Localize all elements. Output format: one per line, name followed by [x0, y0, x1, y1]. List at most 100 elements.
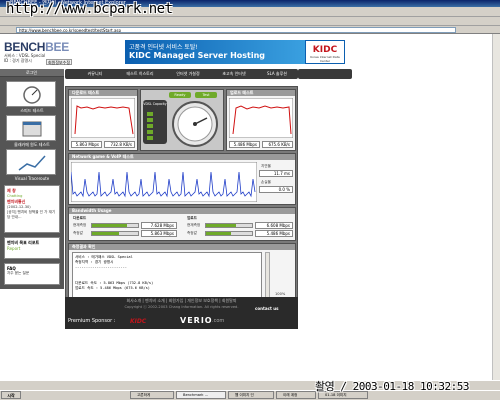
contact-us-link[interactable]: contact us: [255, 306, 278, 311]
taskbar-button[interactable]: 이래 계정: [276, 391, 316, 399]
logo-main-text: BENCH: [4, 40, 46, 54]
gauge-panel: VDSL Capacity Ready Test: [140, 89, 224, 151]
dl-current-bar: [91, 223, 139, 228]
dl-avg-readout: 5.863 Mbps: [141, 230, 177, 237]
sponsor-label: Premium Sponsor :: [68, 318, 116, 324]
traceroute-icon: [18, 155, 46, 171]
main-nav: 커뮤니티 테스트 히스토리 인터넷 가설정 초고속 인터넷 SLA 솔루션: [65, 69, 298, 79]
banner-line2: KIDC Managed Server Hosting: [129, 51, 266, 60]
result-scrollbar[interactable]: [265, 252, 270, 298]
banner-line1: 고품격 인터넷 서비스 토탈!: [129, 44, 198, 51]
capacity-meter: VDSL Capacity: [143, 100, 167, 144]
sidebar-item-window-test[interactable]: [6, 115, 56, 141]
upload-mbps-readout: 5.486 Mbps: [229, 141, 260, 148]
dl-section-label: 다운로드: [73, 216, 87, 220]
notice-box[interactable]: 제 창 Chatting 벤치비통신 (2002-12-30) [공지] 벤치비…: [4, 185, 60, 233]
watermark-text: http://www.bcpark.net: [6, 1, 173, 17]
download-mbps-readout: 5.863 Mbps: [71, 141, 102, 148]
upload-kbps-readout: 675.6 KB/s: [262, 141, 293, 148]
upload-graph: [229, 98, 293, 138]
verio-tld: .com: [212, 318, 225, 324]
capacity-bar-5: [147, 136, 153, 140]
start-button[interactable]: 시작: [1, 391, 21, 399]
ul-section-label: 업로드: [187, 216, 197, 220]
address-input[interactable]: http://www.benchbee.co.kr/speedtest/test…: [16, 27, 456, 33]
sidebar-label-window-test: 몰래카메 원도 테스트: [14, 142, 50, 147]
dl-avg-label: 측정값: [73, 231, 83, 235]
footer-links[interactable]: 회사소개 | 벤치비 소개 | 회원가입 | 개인정보 보호정책 | 회원탈퇴: [65, 298, 298, 304]
ul-avg-readout: 5.486 Mbps: [255, 230, 293, 237]
test-button[interactable]: Test: [195, 92, 217, 98]
nav-item-internet-setup[interactable]: 인터넷 가설정: [167, 69, 209, 79]
result-title: 측정결과 확인: [69, 244, 295, 250]
loss-readout: 0.0 %: [259, 186, 293, 193]
capacity-bar-3: [147, 124, 153, 128]
edit-profile-button[interactable]: 회원정보수정: [46, 59, 72, 65]
upload-panel: 업로드 테스트 5.486 Mbps 675.6 KB/s: [226, 89, 296, 151]
faq-subtitle: 자주 묻는 질문: [7, 271, 30, 275]
result-line: 업로드 속도 : 5.486 Mbps (675.6 KB/s): [75, 285, 150, 290]
taskbar-button[interactable]: 고른하게: [130, 391, 174, 399]
speedtest-icon: [23, 86, 41, 104]
ul-avg-bar: [205, 231, 253, 236]
hosting-banner[interactable]: 고품격 인터넷 서비스 토탈! KIDC Managed Server Host…: [125, 40, 305, 64]
nav-item-sla[interactable]: SLA 솔루션: [259, 69, 295, 79]
logo-accent-text: BEE: [45, 40, 69, 54]
ul-current-bar: [205, 223, 253, 228]
download-kbps-readout: 732.8 KB/s: [104, 141, 135, 148]
bandwidth-usage-title: Bandwidth Usage: [69, 208, 295, 214]
dl-avg-bar: [91, 231, 139, 236]
delay-label: 지연율: [261, 164, 271, 168]
ul-current-readout: 6.608 Mbps: [255, 222, 293, 229]
sidebar-label-speedtest: 스피드 테스트: [20, 108, 44, 113]
nav-right-cap: [298, 69, 352, 79]
kidc-footer-logo[interactable]: KIDC: [130, 318, 146, 325]
speedtest-panel: 다운로드 테스트 5.863 Mbps 732.8 KB/s 업로드 테스트 5…: [65, 86, 298, 303]
download-title: 다운로드 테스트: [69, 90, 137, 96]
sidebar-item-speedtest[interactable]: [6, 81, 56, 107]
capacity-label: VDSL Capacity: [143, 102, 167, 106]
result-percentage: 100%: [275, 292, 286, 296]
nav-item-history[interactable]: 테스트 히스토리: [117, 69, 163, 79]
browser-toolbar[interactable]: [0, 17, 500, 26]
ul-avg-label: 측정값: [187, 231, 197, 235]
faq-box[interactable]: FAQ 자주 묻는 질문: [4, 263, 60, 285]
result-textarea[interactable]: 서비스 : 메가패스 VDSL Special 측정지역 : 경기 광명시 --…: [72, 252, 262, 298]
report-subtitle: Report: [7, 246, 21, 251]
notice-text[interactable]: [공지] 벤치비 정책을 인 가 재기당 안내...: [7, 210, 57, 220]
result-line: ------------------------: [75, 265, 127, 270]
nav-item-community[interactable]: 커뮤니티: [77, 69, 113, 79]
speed-gauge: [172, 101, 218, 147]
loss-label: 손실율: [261, 180, 271, 184]
upload-title: 업로드 테스트: [227, 90, 295, 96]
verio-logo[interactable]: VERIO: [180, 316, 213, 325]
network-game-title: Network game & VoIP 테스트: [69, 154, 295, 160]
benchbee-logo[interactable]: BENCHBEE: [4, 40, 69, 54]
nav-item-broadband[interactable]: 초고속 인터넷: [213, 69, 255, 79]
network-game-panel: Network game & VoIP 테스트 지연율 11.7 ms 손실율 …: [68, 153, 296, 205]
photo-timestamp: 촬영 / 2003-01-18 10:32:53: [315, 380, 469, 393]
capacity-bar-1: [147, 112, 153, 116]
download-panel: 다운로드 테스트 5.863 Mbps 732.8 KB/s: [68, 89, 138, 151]
ready-button[interactable]: Ready: [169, 92, 191, 98]
bandwidth-usage-panel: Bandwidth Usage 다운로드 현재측정 측정값 7.628 Mbps…: [68, 207, 296, 241]
ul-current-label: 현재측정: [187, 223, 201, 227]
kidc-sub-text: Korea Internet Data Center: [310, 55, 340, 63]
vertical-scrollbar[interactable]: [492, 34, 500, 380]
taskbar-button[interactable]: 웹 이미지 인: [228, 391, 274, 399]
sidebar-item-traceroute[interactable]: [6, 149, 56, 175]
kidc-footer-text: KIDC: [130, 318, 147, 325]
latency-graph: [71, 162, 257, 202]
capacity-bar-2: [147, 118, 153, 122]
right-column: [298, 86, 352, 303]
result-panel: 측정결과 확인 서비스 : 메가패스 VDSL Special 측정지역 : 경…: [68, 243, 296, 301]
sidebar-login[interactable]: 로그인: [0, 69, 64, 77]
delay-readout: 11.7 ms: [259, 170, 293, 177]
report-box[interactable]: 벤치비 목표 리포트 Report: [4, 237, 60, 259]
window-test-icon: [22, 121, 42, 137]
sidebar-label-traceroute: Visual Traceroute: [14, 176, 50, 181]
taskbar-button-active[interactable]: Benchmark ...: [176, 391, 226, 399]
dl-current-label: 현재측정: [73, 223, 87, 227]
kidc-banner-logo[interactable]: KIDC Korea Internet Data Center: [305, 40, 345, 64]
dl-current-readout: 7.628 Mbps: [141, 222, 177, 229]
